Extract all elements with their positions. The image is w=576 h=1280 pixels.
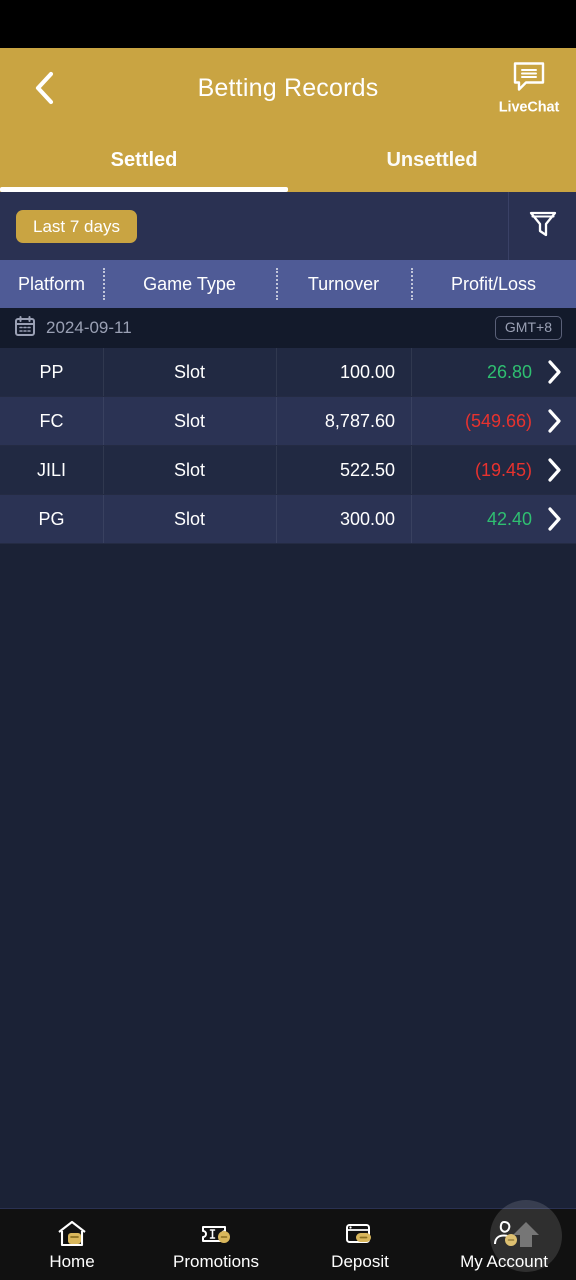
cell-game-type: Slot [103,495,276,543]
chevron-right-icon[interactable] [542,408,568,434]
column-header-turnover[interactable]: Turnover [276,260,411,308]
cell-platform: PG [38,508,65,529]
bottom-navigation: Home Promotions Deposit My Account [0,1208,576,1280]
cell-turnover: 8,787.60 [276,397,411,445]
table-row[interactable]: JILI Slot 522.50 (19.45) [0,446,576,495]
profit-loss-value: (19.45) [474,459,532,480]
profit-loss-value: (549.66) [464,410,532,431]
app-header: Betting Records LiveChat Settled Unsettl… [0,48,576,192]
cell-turnover: 300.00 [276,495,411,543]
column-header-profit-loss[interactable]: Profit/Loss [411,260,576,308]
cell-profit-loss: 42.40 [411,495,576,543]
table-row[interactable]: PP Slot 100.00 26.80 [0,348,576,397]
wallet-coin-icon [343,1217,377,1249]
table-row[interactable]: PG Slot 300.00 42.40 [0,495,576,544]
profit-loss-value: 26.80 [486,361,532,382]
tab-unsettled[interactable]: Unsettled [288,128,576,192]
nav-label-promotions: Promotions [173,1252,259,1271]
cell-profit-loss: (549.66) [411,397,576,445]
date-group-date: 2024-09-11 [46,318,132,337]
livechat-button[interactable]: LiveChat [488,61,570,116]
ticket-coin-icon [199,1217,233,1249]
chevron-left-icon [33,71,55,105]
table-body: PP Slot 100.00 26.80 FC Slot 8,787.60 (549.66) J… [0,348,576,544]
column-header-game-type[interactable]: Game Type [103,260,276,308]
cell-turnover: 100.00 [276,348,411,396]
nav-item-promotions[interactable]: Promotions [144,1209,288,1280]
profit-loss-value: 42.40 [486,508,532,529]
date-range-chip[interactable]: Last 7 days [16,209,137,243]
tab-settled-label: Settled [110,148,178,171]
arrow-up-icon [506,1214,546,1259]
home-icon [55,1217,89,1249]
livechat-label: LiveChat [498,99,560,116]
cell-platform: JILI [36,459,66,480]
cell-game-type: Slot [103,446,276,494]
chevron-right-icon[interactable] [542,506,568,532]
status-bar [0,0,576,48]
calendar-icon [14,315,36,342]
back-button[interactable] [22,66,66,110]
cell-game-type: Slot [103,397,276,445]
funnel-icon [528,208,558,245]
nav-item-deposit[interactable]: Deposit [288,1209,432,1280]
table-row[interactable]: FC Slot 8,787.60 (549.66) [0,397,576,446]
chevron-right-icon[interactable] [542,359,568,385]
tab-bar: Settled Unsettled [0,128,576,192]
page-title: Betting Records [197,73,379,102]
app-root: Betting Records LiveChat Settled Unsettl… [0,0,576,1280]
filter-button[interactable] [508,192,576,260]
column-header-platform[interactable]: Platform [0,260,103,308]
tab-settled[interactable]: Settled [0,128,288,192]
date-group-header: 2024-09-11 GMT+8 [0,308,576,348]
cell-profit-loss: 26.80 [411,348,576,396]
cell-profit-loss: (19.45) [411,446,576,494]
cell-platform: FC [39,410,64,431]
nav-item-home[interactable]: Home [0,1209,144,1280]
timezone-badge: GMT+8 [494,316,562,340]
table-header-row: Platform Game Type Turnover Profit/Loss [0,260,576,308]
header-top-bar: Betting Records LiveChat [0,48,576,128]
nav-label-home: Home [49,1252,95,1271]
cell-platform: PP [39,361,64,382]
scroll-to-top-button[interactable] [490,1200,562,1272]
tab-unsettled-label: Unsettled [386,148,478,171]
cell-turnover: 522.50 [276,446,411,494]
filter-bar: Last 7 days [0,192,576,260]
nav-label-deposit: Deposit [331,1252,389,1271]
cell-game-type: Slot [103,348,276,396]
chat-bubble-icon [512,61,546,98]
chevron-right-icon[interactable] [542,457,568,483]
